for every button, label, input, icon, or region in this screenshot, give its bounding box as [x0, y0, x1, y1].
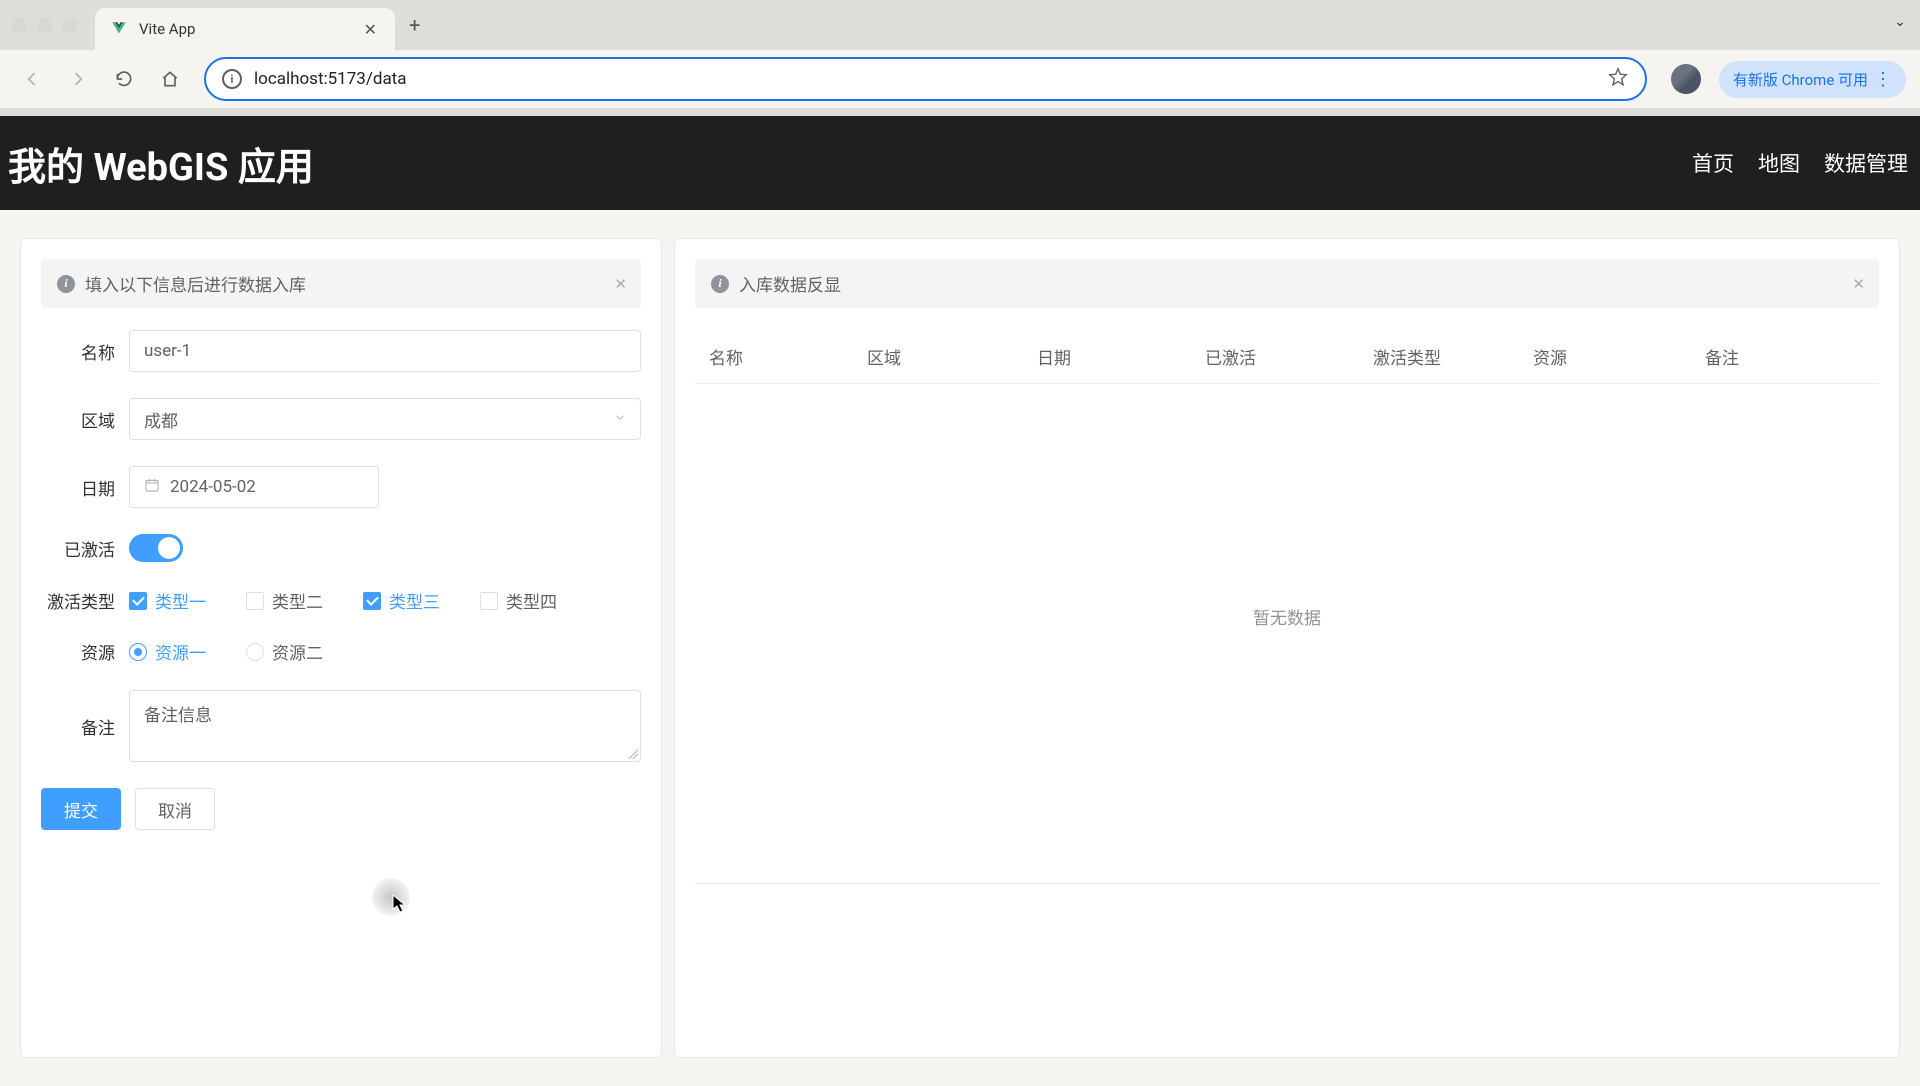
- row-remark: 备注 备注信息: [41, 690, 641, 762]
- cancel-button[interactable]: 取消: [135, 788, 215, 830]
- resource-radio-group: 资源一 资源二: [129, 639, 641, 664]
- type-checkbox-group: 类型一 类型二 类型三 类型四: [129, 588, 641, 613]
- app-header: 我的 WebGIS 应用 首页 地图 数据管理: [0, 116, 1920, 210]
- label-name: 名称: [41, 339, 129, 364]
- radio-resource-1[interactable]: 资源一: [129, 639, 206, 664]
- tabs-dropdown-icon[interactable]: ⌄: [1894, 14, 1906, 30]
- row-resource: 资源 资源一 资源二: [41, 639, 641, 664]
- notice-text: 有新版 Chrome 可用: [1733, 69, 1868, 90]
- close-window-icon[interactable]: [12, 18, 27, 33]
- active-switch[interactable]: [129, 534, 183, 562]
- close-tab-icon[interactable]: ✕: [360, 18, 381, 41]
- th-region: 区域: [867, 344, 1037, 369]
- url-text: localhost:5173/data: [254, 69, 1595, 89]
- browser-tab[interactable]: Vite App ✕: [95, 8, 395, 50]
- checkbox-type-3[interactable]: 类型三: [363, 588, 440, 613]
- form-alert: i 填入以下信息后进行数据入库 ✕: [41, 259, 641, 308]
- nav-data[interactable]: 数据管理: [1824, 148, 1908, 178]
- tab-bar: Vite App ✕ + ⌄: [0, 0, 1920, 50]
- checkbox-type-2[interactable]: 类型二: [246, 588, 323, 613]
- remark-textarea[interactable]: 备注信息: [129, 690, 641, 762]
- label-active: 已激活: [41, 536, 129, 561]
- data-table: 名称 区域 日期 已激活 激活类型 资源 备注 暂无数据: [695, 330, 1879, 884]
- label-date: 日期: [41, 475, 129, 500]
- radio-resource-2[interactable]: 资源二: [246, 639, 323, 664]
- date-input[interactable]: 2024-05-02: [129, 466, 379, 508]
- bookmark-star-icon[interactable]: [1607, 66, 1629, 92]
- th-remark: 备注: [1705, 344, 1879, 369]
- table-card: i 入库数据反显 ✕ 名称 区域 日期 已激活 激活类型 资源 备注 暂无数据: [674, 238, 1900, 1058]
- label-remark: 备注: [41, 714, 129, 739]
- address-bar[interactable]: i localhost:5173/data: [204, 57, 1647, 101]
- row-name: 名称 user-1: [41, 330, 641, 372]
- row-type: 激活类型 类型一 类型二 类型三 类型四: [41, 588, 641, 613]
- site-info-icon[interactable]: i: [222, 69, 242, 89]
- row-date: 日期 2024-05-02: [41, 466, 641, 508]
- browser-toolbar: i localhost:5173/data 有新版 Chrome 可用: [0, 50, 1920, 108]
- nav-links: 首页 地图 数据管理: [1692, 148, 1908, 178]
- main-content: i 填入以下信息后进行数据入库 ✕ 名称 user-1 区域 成都 日期 202…: [0, 210, 1920, 1086]
- profile-avatar[interactable]: [1671, 64, 1701, 94]
- th-name: 名称: [695, 344, 867, 369]
- nav-home[interactable]: 首页: [1692, 148, 1734, 178]
- table-header: 名称 区域 日期 已激活 激活类型 资源 备注: [695, 330, 1879, 384]
- vue-favicon-icon: [109, 19, 129, 39]
- checkbox-type-1[interactable]: 类型一: [129, 588, 206, 613]
- info-icon: i: [711, 275, 729, 293]
- form-card: i 填入以下信息后进行数据入库 ✕ 名称 user-1 区域 成都 日期 202…: [20, 238, 662, 1058]
- maximize-window-icon[interactable]: [62, 18, 77, 33]
- row-region: 区域 成都: [41, 398, 641, 440]
- browser-chrome: Vite App ✕ + ⌄ i localhost:5173/data 有新版…: [0, 0, 1920, 116]
- button-row: 提交 取消: [41, 788, 641, 830]
- calendar-icon: [144, 477, 160, 498]
- th-resource: 资源: [1533, 344, 1705, 369]
- tab-title: Vite App: [139, 20, 350, 38]
- region-select[interactable]: 成都: [129, 398, 641, 440]
- th-active: 已激活: [1205, 344, 1373, 369]
- reload-button[interactable]: [106, 61, 142, 97]
- alert-text: 入库数据反显: [739, 271, 841, 296]
- home-button[interactable]: [152, 61, 188, 97]
- label-resource: 资源: [41, 639, 129, 664]
- info-icon: i: [57, 275, 75, 293]
- label-type: 激活类型: [41, 588, 129, 613]
- new-tab-button[interactable]: +: [409, 13, 420, 37]
- window-controls[interactable]: [12, 18, 77, 33]
- table-alert: i 入库数据反显 ✕: [695, 259, 1879, 308]
- submit-button[interactable]: 提交: [41, 788, 121, 830]
- checkbox-type-4[interactable]: 类型四: [480, 588, 557, 613]
- close-alert-icon[interactable]: ✕: [1852, 275, 1865, 293]
- close-alert-icon[interactable]: ✕: [614, 275, 627, 293]
- label-region: 区域: [41, 407, 129, 432]
- chrome-update-notice[interactable]: 有新版 Chrome 可用: [1719, 61, 1906, 98]
- alert-text: 填入以下信息后进行数据入库: [85, 271, 306, 296]
- name-input[interactable]: user-1: [129, 330, 641, 372]
- th-type: 激活类型: [1373, 344, 1533, 369]
- app-title: 我的 WebGIS 应用: [8, 136, 314, 191]
- table-empty: 暂无数据: [695, 384, 1879, 884]
- minimize-window-icon[interactable]: [37, 18, 52, 33]
- nav-map[interactable]: 地图: [1758, 148, 1800, 178]
- forward-button[interactable]: [60, 61, 96, 97]
- th-date: 日期: [1037, 344, 1205, 369]
- row-active: 已激活: [41, 534, 641, 562]
- kebab-menu-icon[interactable]: [1874, 69, 1892, 90]
- back-button[interactable]: [14, 61, 50, 97]
